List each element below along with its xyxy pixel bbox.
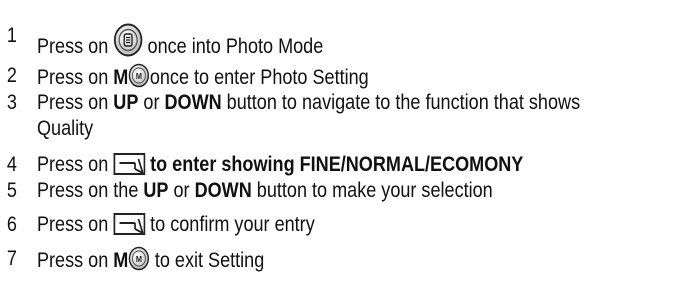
m-key-label: M — [113, 249, 129, 272]
m-round-button-icon: M — [128, 63, 150, 88]
step-number: 3 — [6, 91, 17, 114]
down-key-label: DOWN — [194, 179, 252, 202]
step-text-continued: Quality — [36, 117, 94, 140]
enter-button-icon — [113, 213, 146, 235]
m-key-label: M — [113, 66, 129, 89]
menu-round-button-icon — [113, 23, 143, 57]
step-text: Press on to enter showing FINE/NORMAL/EC… — [36, 153, 524, 176]
step-text: Press on MM to exit Setting — [37, 246, 264, 274]
up-key-label: UP — [143, 179, 169, 202]
step-number: 6 — [6, 213, 17, 236]
step-text: Press on once into Photo Mode — [37, 23, 323, 60]
step-text: Press on UP or DOWN button to navigate t… — [36, 91, 581, 114]
svg-text:M: M — [136, 254, 142, 264]
step-number: 4 — [6, 153, 17, 176]
step-text: Press on the UP or DOWN button to make y… — [36, 179, 493, 202]
m-round-button-icon: M — [128, 246, 150, 271]
step-number: 2 — [6, 64, 17, 87]
step-number: 1 — [6, 24, 17, 47]
step-text: Press on to confirm your entry — [36, 213, 315, 236]
down-key-label: DOWN — [164, 91, 222, 114]
enter-button-icon — [113, 153, 146, 175]
step-number: 5 — [6, 179, 17, 202]
svg-text:M: M — [136, 71, 142, 81]
instruction-list: 1 Press on once into Photo Mode 2 Press … — [0, 0, 699, 291]
step-text: Press on M Monce to enter Photo Setting — [37, 63, 369, 91]
up-key-label: UP — [113, 91, 139, 114]
step-number: 7 — [6, 247, 17, 270]
